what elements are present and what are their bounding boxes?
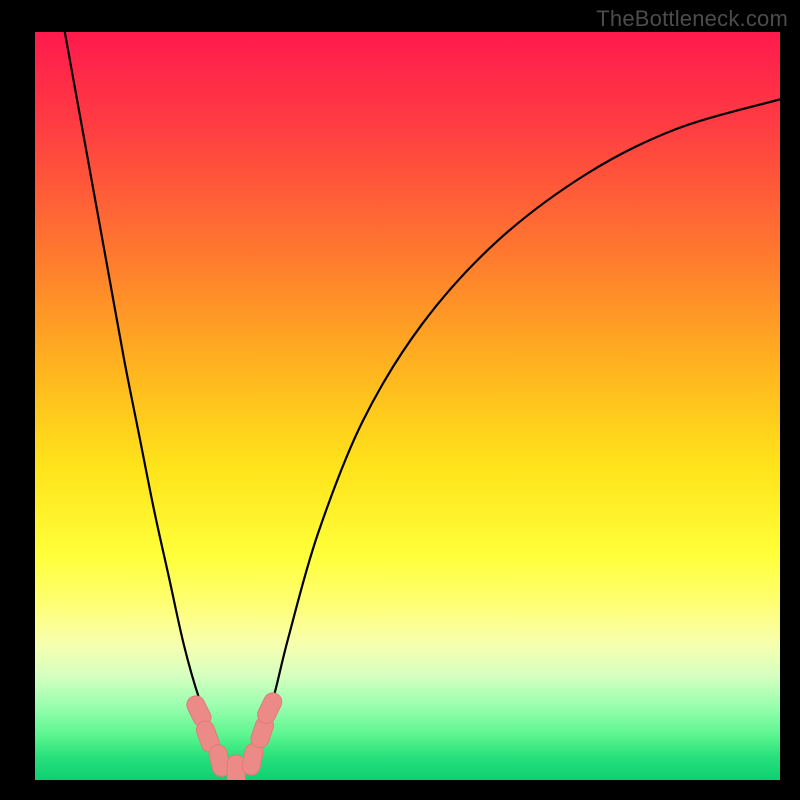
chart-plot-area: [35, 32, 780, 780]
watermark-text: TheBottleneck.com: [596, 6, 788, 32]
bottleneck-curve-svg: [35, 32, 780, 780]
chart-frame: TheBottleneck.com: [0, 0, 800, 800]
bottleneck-curve-path: [65, 32, 780, 769]
curve-markers: [184, 690, 285, 780]
